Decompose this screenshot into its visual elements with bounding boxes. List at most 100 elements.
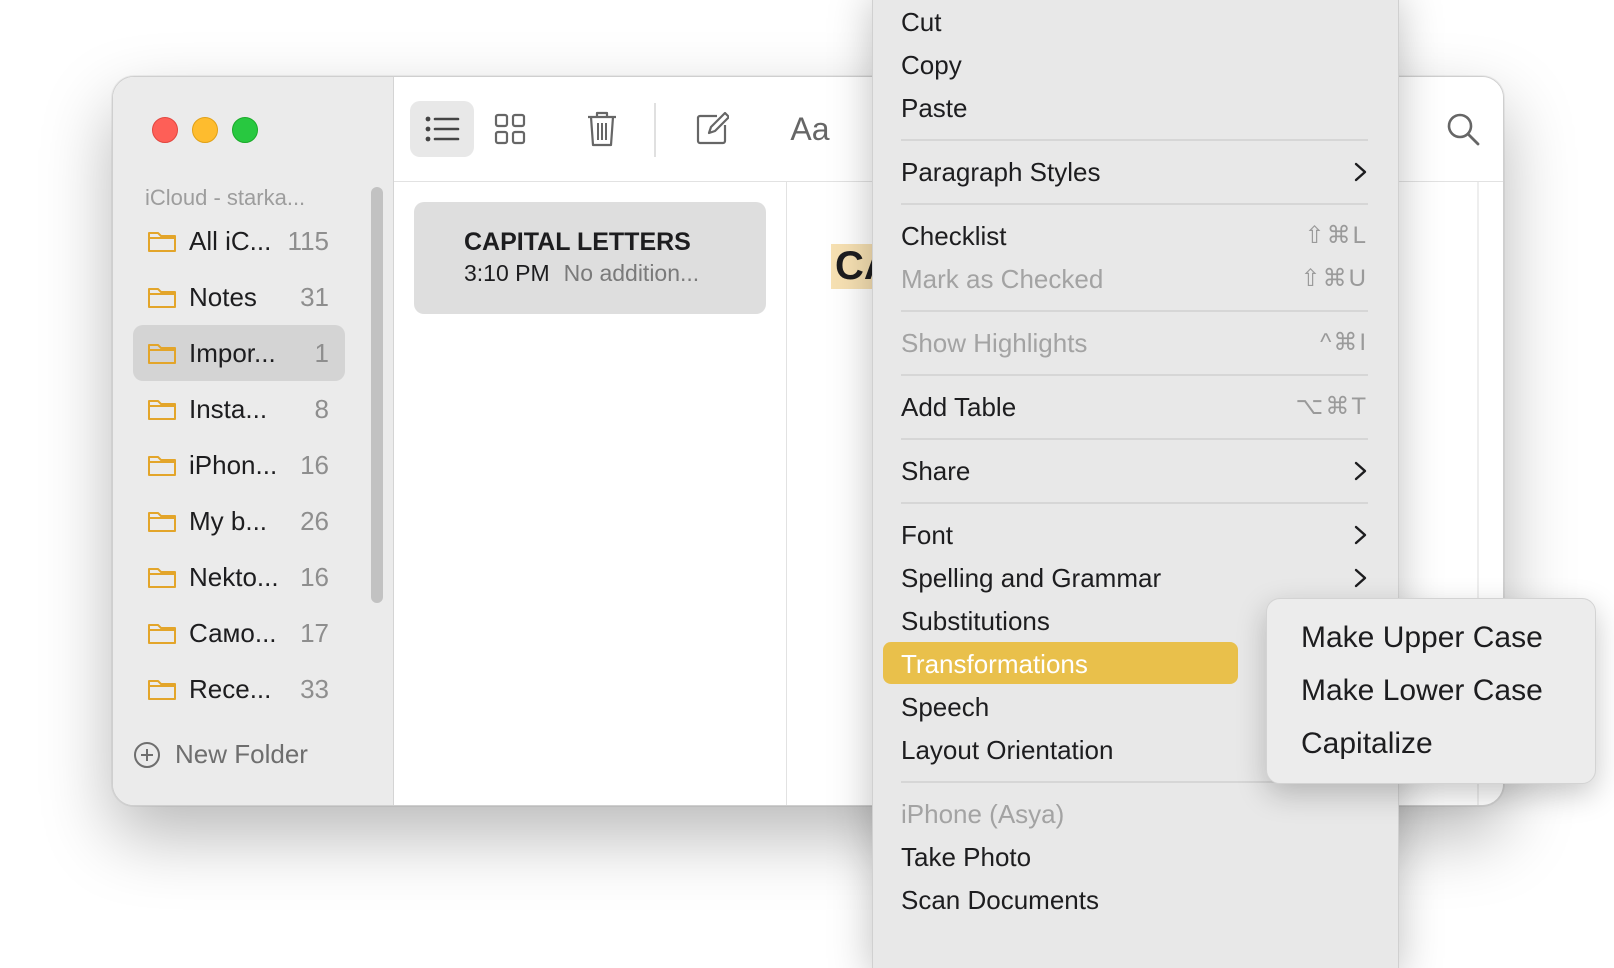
submenu-item-capitalize[interactable]: Capitalize bbox=[1301, 727, 1433, 761]
menu-item-label: Share bbox=[901, 456, 971, 486]
menu-item-take-photo[interactable]: Take Photo bbox=[883, 835, 1368, 877]
folder-icon bbox=[148, 624, 176, 644]
menu-item-label: Copy bbox=[901, 50, 962, 80]
folder-icon bbox=[148, 400, 176, 420]
menu-item-label: Spelling and Grammar bbox=[901, 563, 1162, 593]
folder-name: Notes bbox=[189, 281, 257, 312]
toolbar-divider bbox=[654, 103, 656, 157]
trash-icon bbox=[588, 111, 616, 147]
note-meta: 3:10 PM No addition... bbox=[464, 260, 699, 287]
folder-count: 26 bbox=[300, 505, 329, 536]
folder-name: Rece... bbox=[189, 673, 272, 704]
folder-icon bbox=[148, 568, 176, 588]
account-header: iCloud - starka... bbox=[145, 185, 306, 210]
menu-item-show-highlights: Show Highlights ^⌘I bbox=[883, 321, 1368, 363]
menu-item-copy[interactable]: Copy bbox=[883, 43, 1368, 85]
menu-item-shortcut: ^⌘I bbox=[1320, 329, 1368, 356]
menu-item-label: Font bbox=[901, 520, 954, 550]
folder-icon bbox=[148, 680, 176, 700]
sidebar-folder-item[interactable]: iPhon... 16 bbox=[133, 437, 345, 493]
zoom-window-button[interactable] bbox=[232, 117, 258, 143]
menu-item-checklist[interactable]: Checklist ⇧⌘L bbox=[883, 214, 1368, 256]
menu-item-cut[interactable]: Cut bbox=[883, 0, 1368, 42]
note-list-item[interactable]: CAPITAL LETTERS 3:10 PM No addition... bbox=[414, 202, 766, 314]
menu-item-label: Speech bbox=[901, 692, 990, 722]
menu-separator bbox=[901, 139, 1368, 141]
context-menu: Cut Copy Paste Paragraph Styles Checklis… bbox=[872, 0, 1399, 968]
chevron-right-icon bbox=[1354, 162, 1367, 182]
sidebar: iCloud - starka... All iC... 115 Notes 3… bbox=[113, 77, 394, 805]
menu-separator bbox=[901, 374, 1368, 376]
folder-name: iPhon... bbox=[189, 449, 278, 480]
folder-name: All iC... bbox=[189, 225, 272, 256]
sidebar-folder-item-selected[interactable]: Impor... 1 bbox=[133, 325, 345, 381]
note-time: 3:10 PM bbox=[464, 260, 550, 286]
note-list: CAPITAL LETTERS 3:10 PM No addition... bbox=[394, 182, 787, 805]
chevron-right-icon bbox=[1354, 461, 1367, 481]
close-window-button[interactable] bbox=[152, 117, 178, 143]
folder-name: Nekto... bbox=[189, 561, 279, 592]
grid-icon bbox=[494, 113, 526, 145]
folder-count: 16 bbox=[300, 561, 329, 592]
note-title: CAPITAL LETTERS bbox=[464, 228, 691, 256]
sidebar-folder-item[interactable]: My b... 26 bbox=[133, 493, 345, 549]
sidebar-folder-item[interactable]: Notes 31 bbox=[133, 269, 345, 325]
menu-item-label: Add Table bbox=[901, 392, 1017, 422]
submenu-item-make-lower-case[interactable]: Make Lower Case bbox=[1301, 674, 1543, 708]
menu-separator bbox=[901, 502, 1368, 504]
folder-icon bbox=[148, 456, 176, 476]
folder-count: 1 bbox=[314, 337, 329, 368]
folder-name: Insta... bbox=[189, 393, 268, 424]
menu-separator bbox=[901, 203, 1368, 205]
folder-icon bbox=[148, 288, 176, 308]
folder-count: 8 bbox=[314, 393, 329, 424]
new-folder-button[interactable]: New Folder bbox=[133, 739, 308, 770]
plus-circle-icon bbox=[134, 741, 160, 768]
menu-item-label: Paragraph Styles bbox=[901, 157, 1101, 187]
list-view-button[interactable] bbox=[410, 101, 474, 157]
chevron-right-icon bbox=[1354, 568, 1367, 588]
menu-item-label: Scan Documents bbox=[901, 885, 1099, 915]
sidebar-folder-item[interactable]: Само... 17 bbox=[133, 605, 345, 661]
folder-count: 17 bbox=[300, 617, 329, 648]
folder-name: Само... bbox=[189, 617, 277, 648]
menu-item-share[interactable]: Share bbox=[883, 449, 1368, 491]
search-button[interactable] bbox=[1435, 101, 1491, 157]
menu-item-label: Show Highlights bbox=[901, 328, 1088, 358]
menu-item-spelling-and-grammar[interactable]: Spelling and Grammar bbox=[883, 556, 1368, 598]
menu-item-label: iPhone (Asya) bbox=[901, 799, 1065, 829]
menu-item-add-table[interactable]: Add Table ⌥⌘T bbox=[883, 385, 1368, 427]
menu-item-font[interactable]: Font bbox=[883, 513, 1368, 555]
minimize-window-button[interactable] bbox=[192, 117, 218, 143]
folder-icon bbox=[148, 344, 176, 364]
folder-name: My b... bbox=[189, 505, 268, 536]
compose-button[interactable] bbox=[684, 101, 740, 157]
list-icon bbox=[425, 116, 460, 142]
menu-item-scan-documents[interactable]: Scan Documents bbox=[883, 878, 1368, 920]
menu-item-label: Checklist bbox=[901, 221, 1007, 251]
menu-item-shortcut: ⇧⌘U bbox=[1300, 265, 1368, 292]
sidebar-scrollbar[interactable] bbox=[371, 187, 383, 603]
menu-item-paste[interactable]: Paste bbox=[883, 86, 1368, 128]
folder-count: 115 bbox=[287, 225, 329, 256]
menu-item-label: Paste bbox=[901, 93, 968, 123]
submenu-item-make-upper-case[interactable]: Make Upper Case bbox=[1301, 621, 1543, 655]
new-folder-label: New Folder bbox=[175, 739, 308, 769]
gallery-view-button[interactable] bbox=[482, 101, 538, 157]
menu-item-paragraph-styles[interactable]: Paragraph Styles bbox=[883, 150, 1368, 192]
folder-count: 31 bbox=[300, 281, 329, 312]
delete-button[interactable] bbox=[574, 101, 630, 157]
menu-separator bbox=[901, 310, 1368, 312]
folder-count: 33 bbox=[300, 673, 329, 704]
sidebar-folder-item[interactable]: Rece... 33 bbox=[133, 661, 345, 717]
sidebar-folder-item[interactable]: Nekto... 16 bbox=[133, 549, 345, 605]
format-button[interactable]: Aa bbox=[774, 101, 846, 157]
sidebar-folder-item[interactable]: All iC... 115 bbox=[133, 213, 345, 269]
menu-item-label: Take Photo bbox=[901, 842, 1032, 872]
sidebar-folder-item[interactable]: Insta... 8 bbox=[133, 381, 345, 437]
menu-item-label: Cut bbox=[901, 7, 942, 37]
menu-item-label: Transformations bbox=[901, 649, 1088, 679]
menu-item-transformations[interactable]: Transformations bbox=[883, 642, 1238, 684]
note-preview: No addition... bbox=[563, 260, 700, 286]
menu-item-shortcut: ⇧⌘L bbox=[1304, 222, 1368, 249]
